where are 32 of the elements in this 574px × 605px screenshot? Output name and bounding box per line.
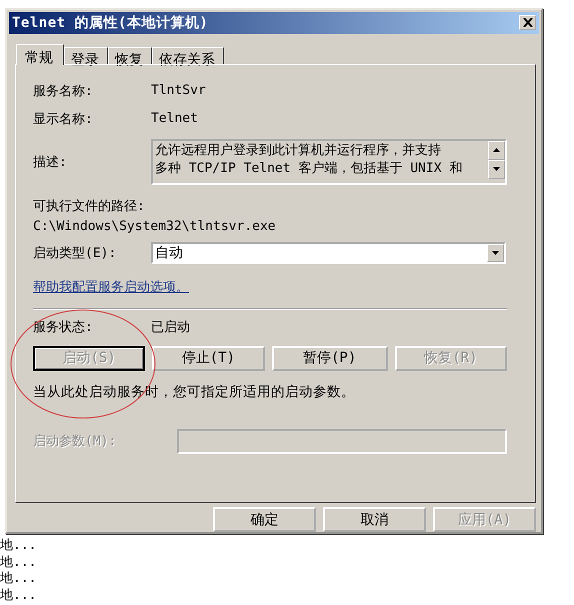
dialog-button[interactable]: 取消 [323, 507, 426, 532]
scroll-down-button[interactable] [488, 160, 505, 179]
field-label: 启动参数(M): [33, 433, 118, 450]
dialog-button[interactable]: 确定 [213, 507, 316, 532]
background-list-item: 地... [0, 571, 36, 588]
help-link[interactable]: 帮助我配置服务启动选项。 [33, 278, 189, 296]
window-title: Telnet 的属性(本地计算机) [12, 14, 208, 32]
background-list-item: 地... [0, 588, 36, 604]
background-list-item: 地... [0, 554, 36, 571]
dropdown-arrow-icon [492, 250, 499, 255]
field-label: 可执行文件的路径: [33, 198, 146, 215]
field-value: TlntSvr [151, 83, 206, 98]
background-list-item: 地... [0, 538, 36, 554]
close-icon [522, 18, 532, 28]
startup-type-dropdown[interactable]: 自动 [151, 242, 506, 264]
close-button[interactable] [519, 15, 536, 30]
field-label: 启动类型(E): [33, 244, 118, 262]
field-label: 描述: [33, 154, 68, 171]
field-label: 显示名称: [33, 110, 94, 128]
field-label: 服务状态: [33, 318, 94, 336]
scroll-up-button[interactable] [488, 140, 505, 160]
tab[interactable]: 常规 [16, 44, 64, 65]
service-button[interactable]: 停止(T) [152, 346, 265, 371]
hint-text: 当从此处启动服务时，您可指定所适用的启动参数。 [33, 382, 356, 401]
field-value: Telnet [151, 111, 198, 126]
field-label: 服务名称: [33, 82, 94, 100]
status-value: 已启动 [151, 318, 190, 336]
description-box[interactable]: 允许远程用户登录到此计算机并运行程序，并支持 多种 TCP/IP Telnet 客户端，包括基于 UNIX 和 [151, 138, 507, 185]
up-arrow-icon [493, 148, 500, 152]
down-arrow-icon [493, 167, 500, 172]
path-text: C:\Windows\System32\tlntsvr.exe [33, 218, 277, 234]
service-button[interactable]: 暂停(P) [272, 346, 388, 371]
